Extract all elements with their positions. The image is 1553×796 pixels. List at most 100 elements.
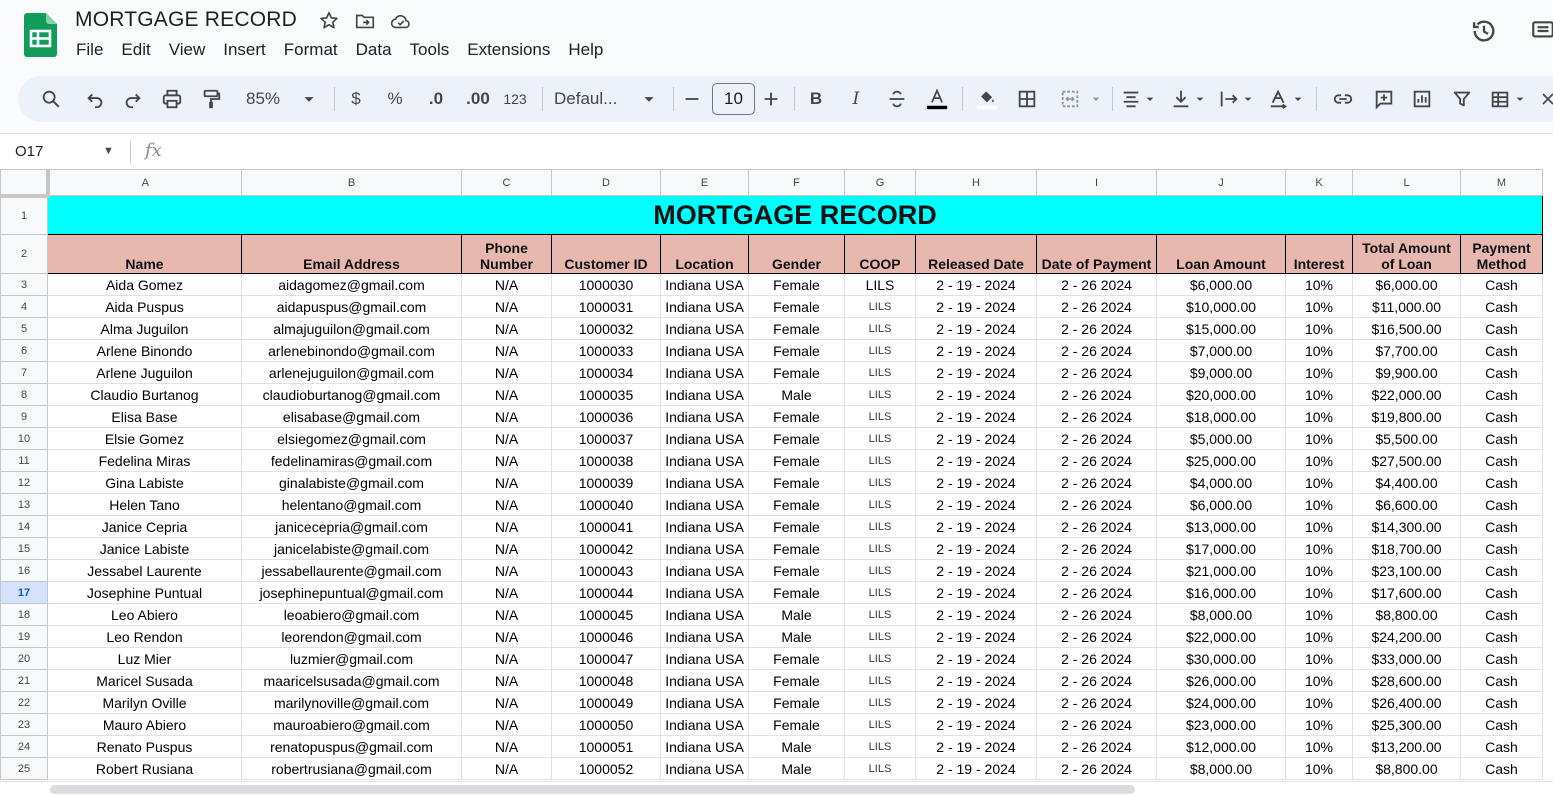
- cell[interactable]: 2 - 26 2024: [1036, 691, 1157, 714]
- merge-caret-icon[interactable]: [1088, 76, 1104, 122]
- cell[interactable]: 10%: [1285, 603, 1353, 626]
- cell[interactable]: LILS: [844, 361, 916, 384]
- cell[interactable]: 10%: [1285, 427, 1353, 450]
- row-header[interactable]: 7: [0, 361, 48, 384]
- column-header[interactable]: E: [660, 169, 749, 196]
- cell[interactable]: 1000049: [551, 691, 661, 714]
- table-header-cell[interactable]: Name: [47, 234, 242, 274]
- cell[interactable]: $9,900.00: [1352, 361, 1461, 384]
- menu-view[interactable]: View: [160, 38, 215, 62]
- cell[interactable]: Indiana USA: [660, 559, 749, 582]
- cell[interactable]: 2 - 19 - 2024: [915, 537, 1037, 560]
- cell[interactable]: Fedelina Miras: [47, 449, 242, 472]
- cell[interactable]: Female: [748, 691, 845, 714]
- cell[interactable]: 10%: [1285, 273, 1353, 296]
- cell[interactable]: Female: [748, 339, 845, 362]
- cell[interactable]: ginalabiste@gmail.com: [241, 471, 462, 494]
- cell[interactable]: N/A: [461, 317, 552, 340]
- cell[interactable]: LILS: [844, 757, 916, 780]
- cell[interactable]: 10%: [1285, 471, 1353, 494]
- filter-icon[interactable]: [1448, 76, 1476, 122]
- cell[interactable]: Cash: [1460, 647, 1543, 670]
- cell[interactable]: 2 - 19 - 2024: [915, 383, 1037, 406]
- cell[interactable]: Mauro Abiero: [47, 713, 242, 736]
- cell[interactable]: 2 - 26 2024: [1036, 647, 1157, 670]
- cell[interactable]: N/A: [461, 559, 552, 582]
- cell[interactable]: 2 - 26 2024: [1036, 361, 1157, 384]
- cell[interactable]: 2 - 19 - 2024: [915, 295, 1037, 318]
- cell[interactable]: 2 - 26 2024: [1036, 735, 1157, 758]
- cell[interactable]: 1000030: [551, 273, 661, 296]
- move-folder-icon[interactable]: [354, 10, 376, 32]
- sheets-logo-icon[interactable]: [24, 13, 57, 57]
- cell[interactable]: Indiana USA: [660, 669, 749, 692]
- zoom-caret-icon[interactable]: [298, 76, 320, 122]
- insert-comment-icon[interactable]: [1370, 76, 1398, 122]
- cell[interactable]: 1000047: [551, 647, 661, 670]
- star-icon[interactable]: [318, 10, 340, 32]
- row-header[interactable]: 14: [0, 515, 48, 538]
- cell[interactable]: Cash: [1460, 691, 1543, 714]
- row-header[interactable]: 21: [0, 669, 48, 692]
- cell[interactable]: Aida Puspus: [47, 295, 242, 318]
- cell[interactable]: $22,000.00: [1352, 383, 1461, 406]
- column-header[interactable]: L: [1352, 169, 1461, 196]
- cell[interactable]: Arlene Juguilon: [47, 361, 242, 384]
- table-header-cell[interactable]: Payment Method: [1460, 234, 1543, 274]
- valign-caret-icon[interactable]: [1192, 76, 1208, 122]
- cell[interactable]: $26,400.00: [1352, 691, 1461, 714]
- cell[interactable]: N/A: [461, 713, 552, 736]
- table-header-cell[interactable]: Gender: [748, 234, 845, 274]
- table-header-cell[interactable]: Released Date: [915, 234, 1037, 274]
- cell[interactable]: aidagomez@gmail.com: [241, 273, 462, 296]
- cell[interactable]: $20,000.00: [1156, 383, 1286, 406]
- cell[interactable]: N/A: [461, 625, 552, 648]
- cell[interactable]: Cash: [1460, 735, 1543, 758]
- cell[interactable]: 2 - 26 2024: [1036, 405, 1157, 428]
- cell[interactable]: 2 - 26 2024: [1036, 757, 1157, 780]
- row-header[interactable]: 4: [0, 295, 48, 318]
- cell[interactable]: $17,600.00: [1352, 581, 1461, 604]
- cell[interactable]: 1000045: [551, 603, 661, 626]
- cell[interactable]: 10%: [1285, 647, 1353, 670]
- cell[interactable]: 1000034: [551, 361, 661, 384]
- cell[interactable]: $4,400.00: [1352, 471, 1461, 494]
- cell[interactable]: LILS: [844, 713, 916, 736]
- cell[interactable]: 2 - 26 2024: [1036, 317, 1157, 340]
- cell[interactable]: N/A: [461, 427, 552, 450]
- cell[interactable]: 2 - 19 - 2024: [915, 647, 1037, 670]
- cell[interactable]: 2 - 26 2024: [1036, 273, 1157, 296]
- cell[interactable]: 10%: [1285, 625, 1353, 648]
- font-size-input[interactable]: 10: [712, 83, 755, 115]
- redo-icon[interactable]: [118, 76, 148, 122]
- italic-button[interactable]: I: [844, 76, 868, 122]
- cell[interactable]: 1000041: [551, 515, 661, 538]
- fill-color-icon[interactable]: [971, 76, 1003, 122]
- cell[interactable]: $23,100.00: [1352, 559, 1461, 582]
- row-header[interactable]: 11: [0, 449, 48, 472]
- column-header[interactable]: F: [748, 169, 845, 196]
- wrap-caret-icon[interactable]: [1240, 76, 1256, 122]
- more-formats-button[interactable]: 123: [500, 76, 530, 122]
- cell[interactable]: Cash: [1460, 427, 1543, 450]
- menu-help[interactable]: Help: [559, 38, 612, 62]
- row-header[interactable]: 12: [0, 471, 48, 494]
- cell[interactable]: marilynoville@gmail.com: [241, 691, 462, 714]
- cell[interactable]: LILS: [844, 449, 916, 472]
- cell[interactable]: Female: [748, 273, 845, 296]
- cell[interactable]: $33,000.00: [1352, 647, 1461, 670]
- filter-views-icon[interactable]: [1486, 76, 1514, 122]
- cell[interactable]: Cash: [1460, 339, 1543, 362]
- cell[interactable]: Robert Rusiana: [47, 757, 242, 780]
- cell[interactable]: Male: [748, 757, 845, 780]
- cell[interactable]: N/A: [461, 295, 552, 318]
- cell[interactable]: 10%: [1285, 449, 1353, 472]
- cell[interactable]: N/A: [461, 493, 552, 516]
- cell[interactable]: N/A: [461, 339, 552, 362]
- cell[interactable]: $18,700.00: [1352, 537, 1461, 560]
- cell[interactable]: Indiana USA: [660, 625, 749, 648]
- cell[interactable]: N/A: [461, 361, 552, 384]
- cell[interactable]: mauroabiero@gmail.com: [241, 713, 462, 736]
- cell[interactable]: Female: [748, 559, 845, 582]
- cell[interactable]: LILS: [844, 735, 916, 758]
